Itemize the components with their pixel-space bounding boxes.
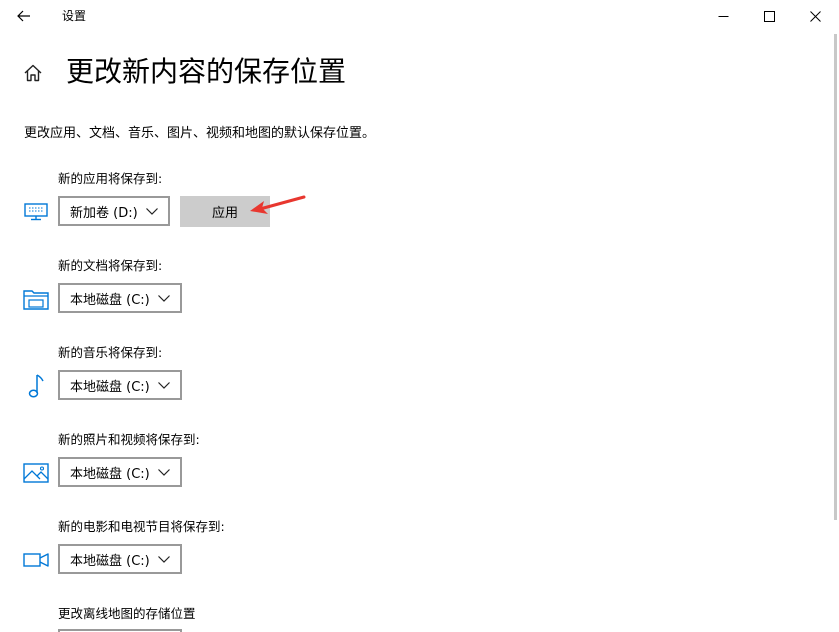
documents-drive-dropdown[interactable]: 本地磁盘 (C:) [58,283,182,313]
photos-save-label: 新的照片和视频将保存到: [58,432,200,447]
music-note-icon [22,372,50,400]
photos-drive-dropdown[interactable]: 本地磁盘 (C:) [58,457,182,487]
music-drive-value: 本地磁盘 (C:) [70,379,150,395]
documents-save-label: 新的文档将保存到: [58,258,163,273]
maximize-button[interactable] [746,0,792,32]
monitor-icon [22,198,50,226]
folder-drive-icon [22,285,50,313]
page-title: 更改新内容的保存位置 [66,55,347,88]
photos-drive-value: 本地磁盘 (C:) [70,466,150,482]
window-title: 设置 [62,9,87,23]
back-arrow-icon [17,10,30,22]
red-arrow-annotation-icon [250,195,306,214]
apps-drive-value: 新加卷 (D:) [70,205,138,221]
chevron-down-icon [154,378,174,392]
close-button[interactable] [792,0,838,32]
title-bar: 设置 [0,0,839,34]
documents-drive-value: 本地磁盘 (C:) [70,292,150,308]
offline-maps-label: 更改离线地图的存储位置 [58,606,196,621]
chevron-down-icon [142,204,162,218]
minimize-icon [718,15,728,17]
minimize-button[interactable] [700,0,746,32]
chevron-down-icon [154,291,174,305]
movies-drive-dropdown[interactable]: 本地磁盘 (C:) [58,544,182,574]
scrollbar[interactable] [834,34,837,520]
maximize-icon [763,10,775,22]
video-camera-icon [22,546,50,574]
music-drive-dropdown[interactable]: 本地磁盘 (C:) [58,370,182,400]
chevron-down-icon [154,552,174,566]
settings-window: 设置 更改新内容的保存位置 更改应用、文档、音乐、图片、视频和地图的默认保存位置… [0,0,839,632]
page-description: 更改应用、文档、音乐、图片、视频和地图的默认保存位置。 [24,126,376,141]
chevron-down-icon [154,465,174,479]
back-button[interactable] [10,2,38,30]
close-icon [809,10,821,22]
movies-save-label: 新的电影和电视节目将保存到: [58,519,225,534]
apps-save-label: 新的应用将保存到: [58,171,163,186]
home-icon[interactable] [22,62,44,84]
apps-drive-dropdown[interactable]: 新加卷 (D:) [58,196,170,226]
music-save-label: 新的音乐将保存到: [58,345,163,360]
picture-icon [22,459,50,487]
movies-drive-value: 本地磁盘 (C:) [70,553,150,569]
